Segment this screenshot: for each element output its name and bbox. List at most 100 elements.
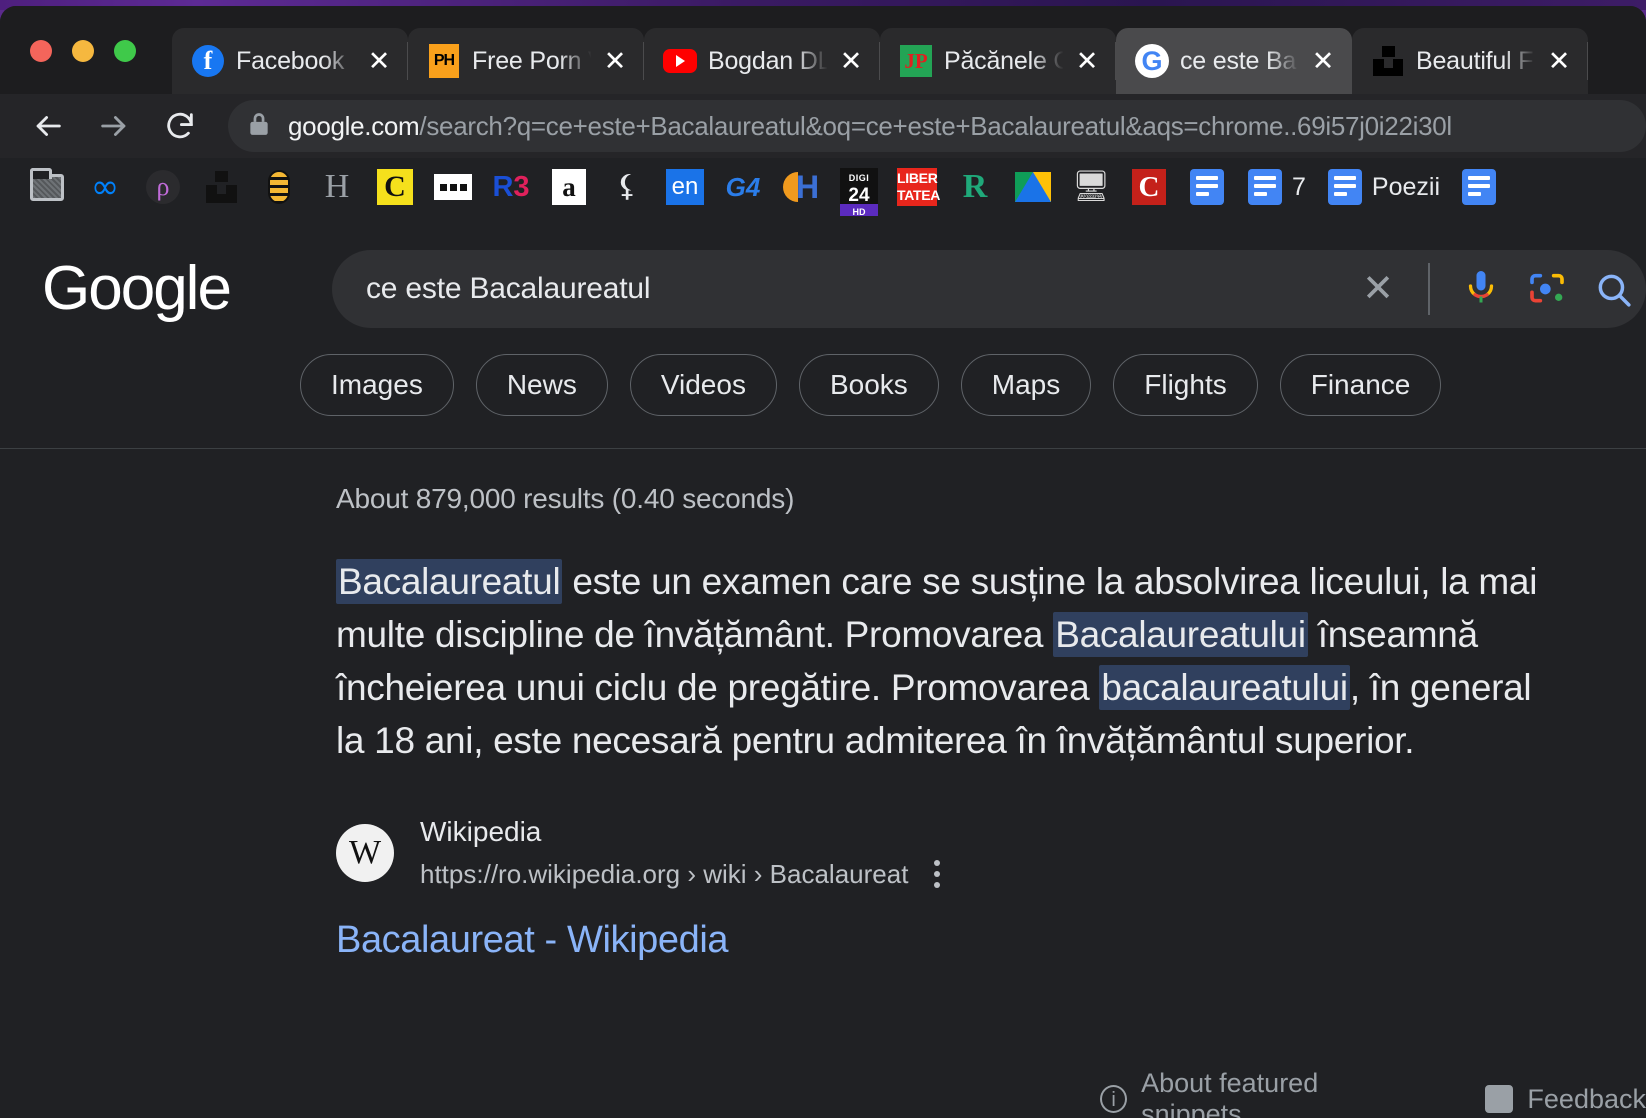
snippet-footer: i About featured snippets Feedback xyxy=(1100,1068,1646,1118)
tab-pacanele[interactable]: JP Păcănele C ✕ xyxy=(880,28,1116,94)
c-yellow-icon: C xyxy=(376,168,414,206)
digi24-icon: DIGI 24 HD xyxy=(840,168,878,216)
bookmark-digi24[interactable]: DIGI 24 HD xyxy=(830,165,888,216)
bookmark-meta[interactable]: ∞ xyxy=(76,165,134,209)
h-letter-icon: H xyxy=(324,168,350,205)
google-lens-icon[interactable] xyxy=(1514,269,1580,309)
search-input[interactable]: ce este Bacalaureatul ✕ xyxy=(332,250,1646,328)
google-docs-icon xyxy=(1246,168,1284,206)
bookmark-doc-1[interactable] xyxy=(1178,165,1236,209)
bookmark-r3[interactable]: R3 xyxy=(482,165,540,209)
bookmark-g4media[interactable]: G4 xyxy=(714,165,772,209)
tab-free-porn[interactable]: PH Free Porn V ✕ xyxy=(408,28,644,94)
bookmark-adevarul[interactable]: a xyxy=(540,165,598,209)
close-window-button[interactable] xyxy=(30,40,52,62)
tab-close-button[interactable]: ✕ xyxy=(1544,46,1574,76)
tab-finance[interactable]: Finance xyxy=(1279,354,1442,416)
bee-icon xyxy=(260,168,298,206)
tab-title: Păcănele C xyxy=(944,46,1066,75)
bookmark-phind[interactable]: ρ xyxy=(134,165,192,209)
bookmark-ih[interactable]: H xyxy=(772,165,830,209)
bookmark-doc-7[interactable]: 7 xyxy=(1236,165,1316,209)
google-docs-icon xyxy=(1326,168,1364,206)
tab-beautiful[interactable]: Beautiful F ✕ xyxy=(1352,28,1588,94)
results-container: About 879,000 results (0.40 seconds) Bac… xyxy=(0,449,1646,962)
tab-google-search[interactable]: ce este Ba ✕ xyxy=(1116,28,1352,94)
bookmark-en[interactable]: en xyxy=(656,165,714,209)
url-path: /search?q=ce+este+Bacalaureatul&oq=ce+es… xyxy=(419,110,1452,141)
bookmarks-bar: ∞ ρ H C R3 a ⚸ en G4 H DIGI 24 HD LIBER TAT… xyxy=(0,158,1646,216)
tab-strip: f Facebook ✕ PH Free Porn V ✕ Bogdan DL … xyxy=(0,6,1646,94)
feedback-icon xyxy=(1485,1085,1514,1113)
r-green-icon: R xyxy=(962,168,988,205)
info-icon: i xyxy=(1100,1085,1128,1113)
bookmark-doc-poezii[interactable]: Poezii xyxy=(1316,165,1450,209)
bookmark-dots[interactable] xyxy=(424,165,482,209)
bookmark-label: Poezii xyxy=(1371,172,1440,201)
bookmark-label: 7 xyxy=(1292,172,1306,201)
bookmark-drive[interactable] xyxy=(1004,165,1062,209)
maximize-window-button[interactable] xyxy=(114,40,136,62)
en-icon: en xyxy=(666,168,704,206)
tab-close-button[interactable]: ✕ xyxy=(836,46,866,76)
facebook-icon: f xyxy=(190,43,226,79)
meta-icon: ∞ xyxy=(90,167,120,207)
bookmark-libertatea[interactable]: LIBER TATEA xyxy=(888,165,946,209)
bookmark-computer[interactable]: 🖥 xyxy=(1062,165,1120,209)
unsplash-icon xyxy=(202,168,240,206)
tab-images[interactable]: Images xyxy=(300,354,454,416)
search-icon[interactable] xyxy=(1580,270,1646,308)
reload-icon[interactable] xyxy=(154,100,206,152)
forward-arrow-icon[interactable] xyxy=(88,100,140,152)
tab-title: Facebook xyxy=(236,46,345,75)
screen: f Facebook ✕ PH Free Porn V ✕ Bogdan DL … xyxy=(0,0,1646,1118)
youtube-icon xyxy=(662,43,698,79)
bookmark-c-yellow[interactable]: C xyxy=(366,165,424,209)
bookmark-folder[interactable] xyxy=(18,165,76,209)
google-icon xyxy=(1134,43,1170,79)
search-filter-tabs: Images News Videos Books Maps Flights Fi… xyxy=(0,354,1646,416)
jocuri-pacanele-icon: JP xyxy=(898,43,934,79)
c-red-icon: C xyxy=(1130,168,1168,206)
tab-bogdan[interactable]: Bogdan DL ✕ xyxy=(644,28,880,94)
result-stats: About 879,000 results (0.40 seconds) xyxy=(336,483,795,514)
tab-videos[interactable]: Videos xyxy=(629,354,777,416)
featured-snippet-text: Bacalaureatul este un examen care se sus… xyxy=(336,555,1566,767)
feedback-button[interactable]: Feedback xyxy=(1485,1084,1646,1115)
microphone-icon[interactable] xyxy=(1448,268,1514,310)
result-title-link[interactable]: Bacalaureat - Wikipedia xyxy=(336,919,1646,962)
tab-facebook[interactable]: f Facebook ✕ xyxy=(172,28,408,94)
source-url-row: https://ro.wikipedia.org › wiki › Bacala… xyxy=(420,855,941,893)
bookmark-bee[interactable] xyxy=(250,165,308,209)
tab-title: Beautiful F xyxy=(1416,46,1534,75)
tab-title: Free Porn V xyxy=(472,46,594,75)
computer-icon: 🖥 xyxy=(1071,169,1111,204)
bookmark-c-red[interactable]: C xyxy=(1120,165,1178,209)
about-featured-snippets-link[interactable]: i About featured snippets xyxy=(1100,1068,1415,1118)
tab-books[interactable]: Books xyxy=(798,354,939,416)
bookmark-h[interactable]: H xyxy=(308,165,366,209)
bookmark-r-green[interactable]: R xyxy=(946,165,1004,209)
address-bar[interactable]: google.com/search?q=ce+este+Bacalaureatu… xyxy=(228,100,1646,152)
google-logo[interactable]: Google xyxy=(42,254,272,324)
tab-flights[interactable]: Flights xyxy=(1113,354,1258,416)
tab-close-button[interactable]: ✕ xyxy=(1072,46,1102,76)
three-dots-icon xyxy=(434,168,472,206)
tab-list: f Facebook ✕ PH Free Porn V ✕ Bogdan DL … xyxy=(172,28,1588,94)
bookmark-unsplash[interactable] xyxy=(192,165,250,209)
minimize-window-button[interactable] xyxy=(72,40,94,62)
clear-icon[interactable]: ✕ xyxy=(1346,269,1410,309)
tab-maps[interactable]: Maps xyxy=(960,354,1092,416)
bookmark-doc-4[interactable] xyxy=(1450,165,1508,209)
search-header: Google ce este Bacalaureatul ✕ xyxy=(0,216,1646,344)
back-arrow-icon[interactable] xyxy=(22,100,74,152)
tab-close-button[interactable]: ✕ xyxy=(600,46,630,76)
bookmark-wing[interactable]: ⚸ xyxy=(598,165,656,209)
unsplash-icon xyxy=(1370,43,1406,79)
ih-icon: H xyxy=(782,168,820,206)
more-options-icon[interactable] xyxy=(934,855,941,893)
tab-close-button[interactable]: ✕ xyxy=(1308,46,1338,76)
tab-close-button[interactable]: ✕ xyxy=(364,46,394,76)
tab-news[interactable]: News xyxy=(475,354,608,416)
google-search-results-page: Google ce este Bacalaureatul ✕ Images Ne… xyxy=(0,216,1646,1118)
